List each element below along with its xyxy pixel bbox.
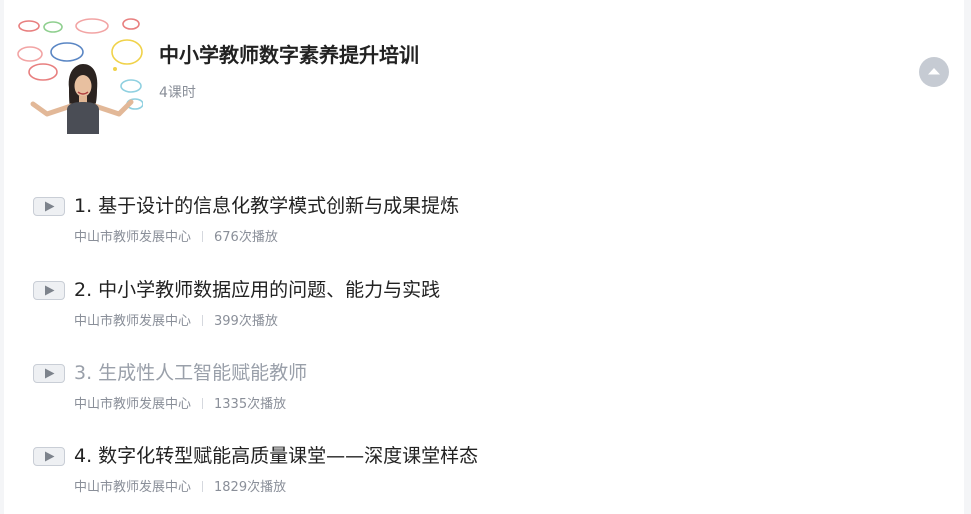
lesson-org: 中山市教师发展中心 xyxy=(74,480,192,495)
course-card: 中小学教师数字素养提升培训 4课时 1. 基于设计的信息化教学模式创新与成果提炼… xyxy=(4,0,964,514)
chevron-up-icon xyxy=(928,68,940,75)
course-title: 中小学教师数字素养提升培训 xyxy=(159,43,419,67)
lesson-org: 中山市教师发展中心 xyxy=(74,314,192,329)
lesson-title[interactable]: 4. 数字化转型赋能高质量课堂——深度课堂样态 xyxy=(74,443,478,469)
lesson-meta: 中山市教师发展中心 676次播放 xyxy=(74,229,278,247)
lesson-count: 4课时 xyxy=(159,85,196,101)
meta-divider xyxy=(202,315,204,326)
lesson-play-count: 676次播放 xyxy=(214,230,278,245)
lesson-org: 中山市教师发展中心 xyxy=(74,230,192,245)
play-icon[interactable] xyxy=(33,197,65,216)
play-icon[interactable] xyxy=(33,281,65,300)
meta-divider xyxy=(202,481,204,492)
lesson-title[interactable]: 2. 中小学教师数据应用的问题、能力与实践 xyxy=(74,277,440,303)
lesson-meta: 中山市教师发展中心 399次播放 xyxy=(74,313,278,331)
lesson-item-4[interactable]: 4. 数字化转型赋能高质量课堂——深度课堂样态 中山市教师发展中心 1829次播放 xyxy=(33,443,933,503)
lesson-org: 中山市教师发展中心 xyxy=(74,397,192,412)
lesson-item-1[interactable]: 1. 基于设计的信息化教学模式创新与成果提炼 中山市教师发展中心 676次播放 xyxy=(33,193,933,253)
lesson-play-count: 1335次播放 xyxy=(214,397,287,412)
play-icon[interactable] xyxy=(33,447,65,466)
course-cover-image[interactable] xyxy=(17,14,143,134)
lesson-meta: 中山市教师发展中心 1335次播放 xyxy=(74,396,286,414)
collapse-button[interactable] xyxy=(919,57,949,87)
lesson-item-2[interactable]: 2. 中小学教师数据应用的问题、能力与实践 中山市教师发展中心 399次播放 xyxy=(33,277,933,337)
lesson-play-count: 1829次播放 xyxy=(214,480,287,495)
lesson-meta: 中山市教师发展中心 1829次播放 xyxy=(74,479,286,497)
meta-divider xyxy=(202,231,204,242)
play-icon[interactable] xyxy=(33,364,65,383)
lesson-play-count: 399次播放 xyxy=(214,314,278,329)
meta-divider xyxy=(202,398,204,409)
lesson-title[interactable]: 1. 基于设计的信息化教学模式创新与成果提炼 xyxy=(74,193,459,219)
lesson-item-3[interactable]: 3. 生成性人工智能赋能教师 中山市教师发展中心 1335次播放 xyxy=(33,360,933,420)
lesson-title[interactable]: 3. 生成性人工智能赋能教师 xyxy=(74,360,307,386)
cover-illustration xyxy=(17,14,143,134)
